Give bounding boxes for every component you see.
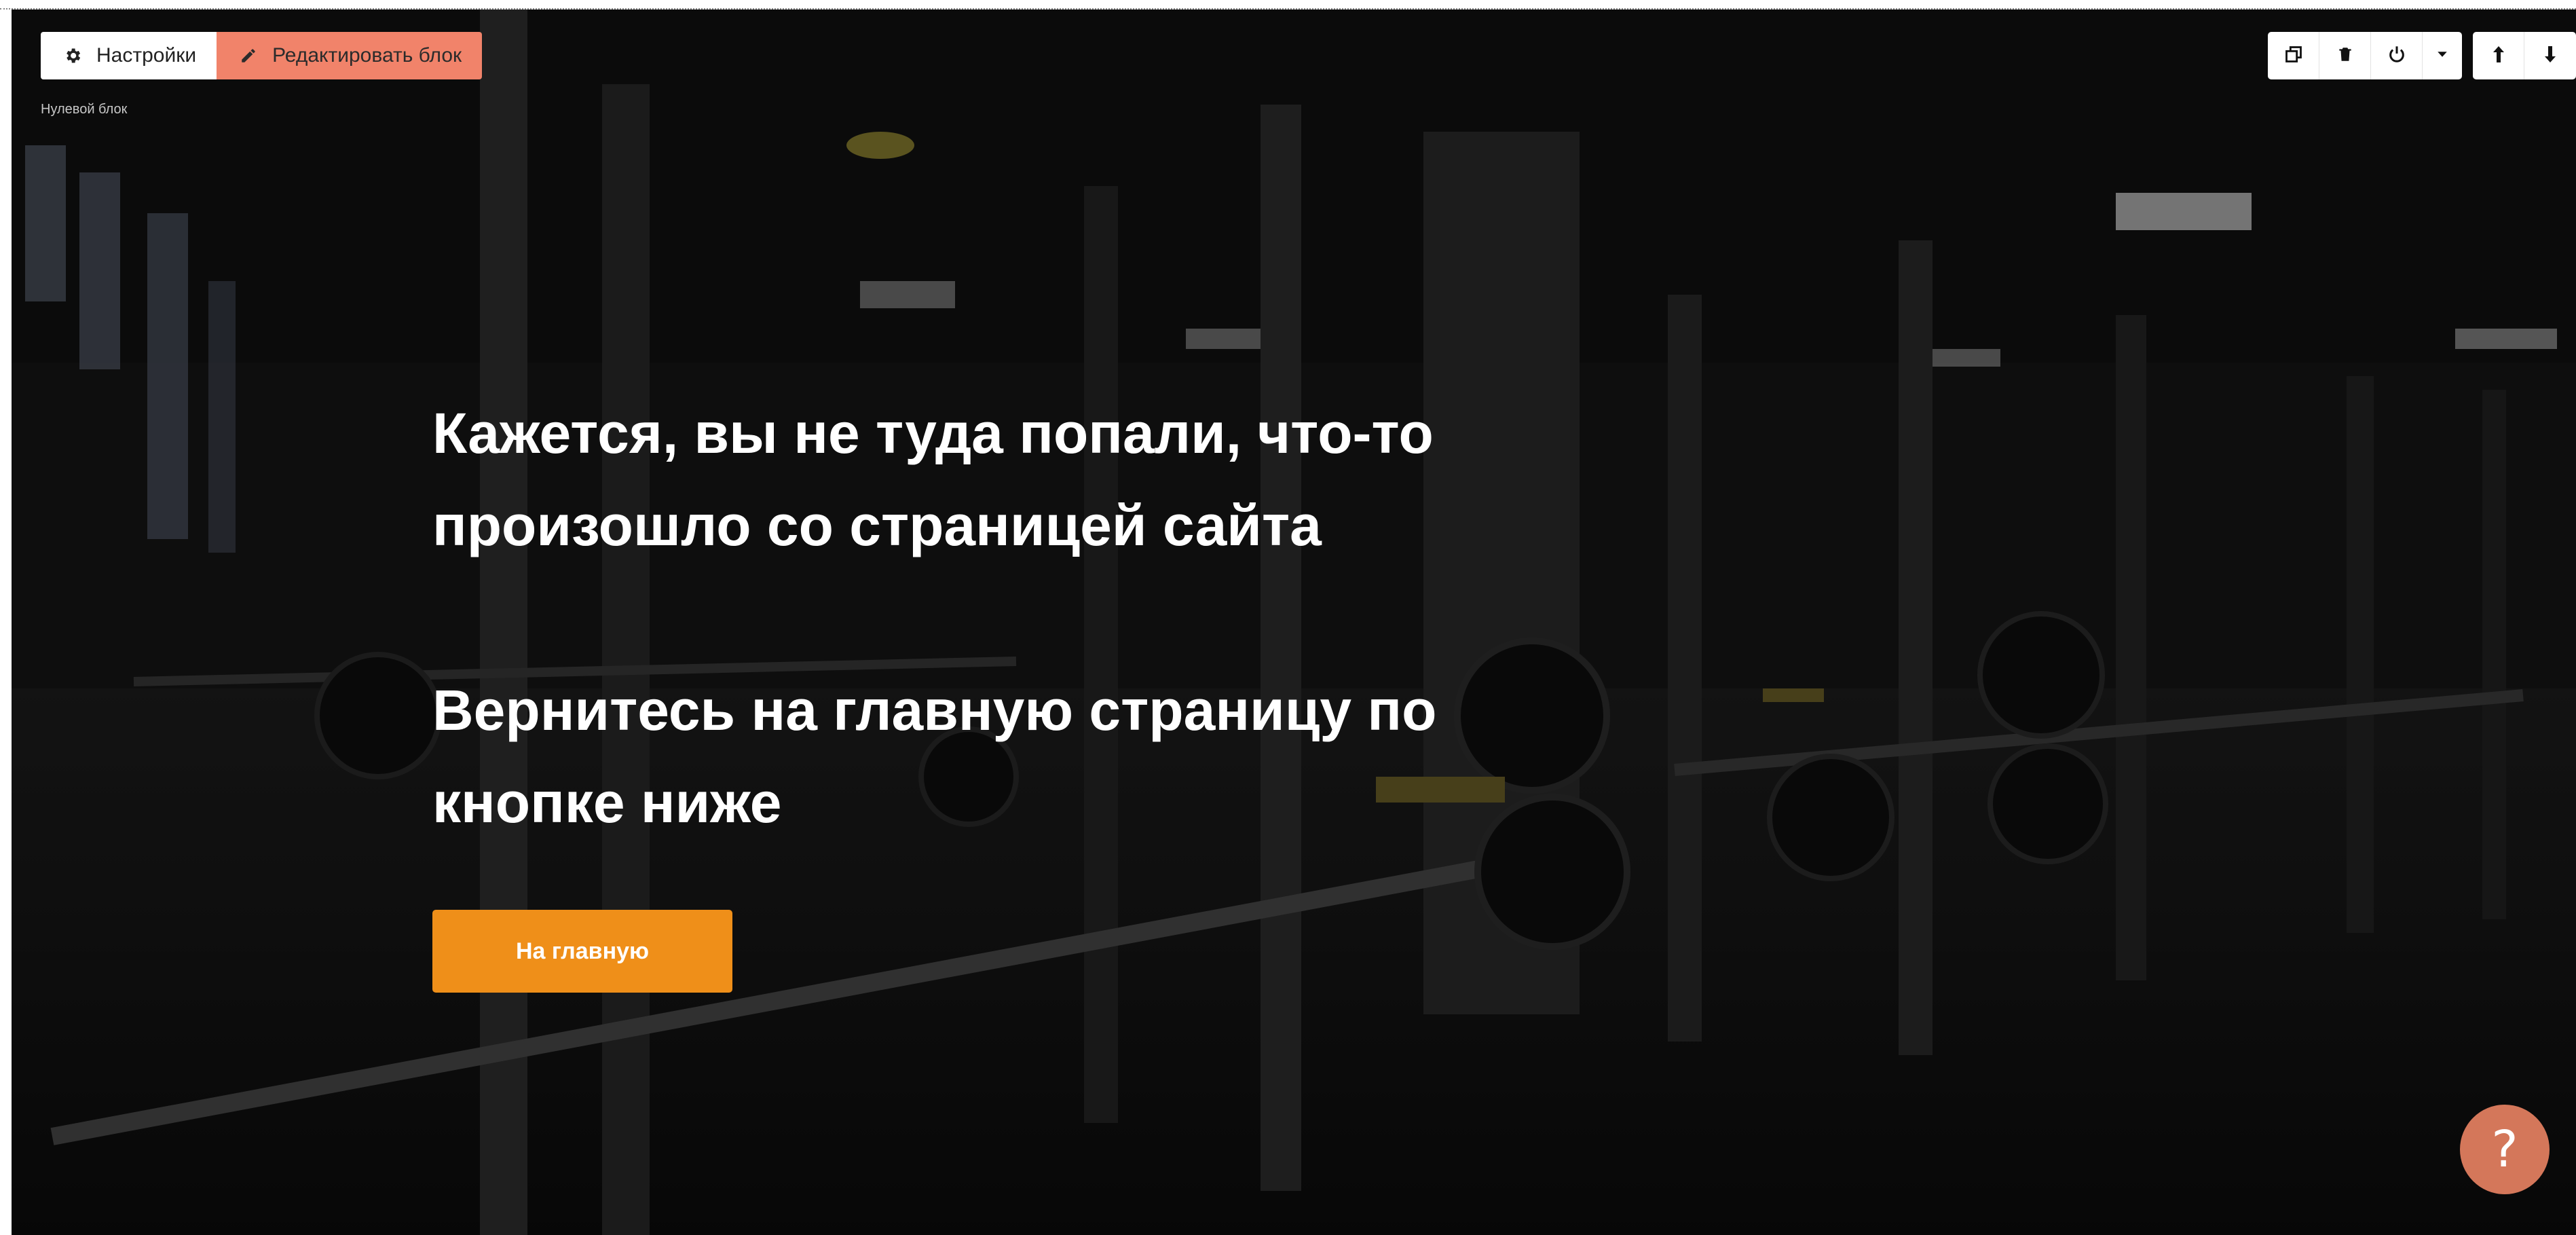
duplicate-button[interactable] bbox=[2268, 32, 2319, 79]
settings-button[interactable]: Настройки bbox=[41, 32, 217, 79]
arrow-up-icon bbox=[2490, 44, 2507, 68]
power-icon bbox=[2387, 45, 2406, 67]
arrow-down-icon bbox=[2542, 44, 2558, 68]
chevron-down-icon bbox=[2436, 50, 2448, 62]
edit-block-label: Редактировать блок bbox=[272, 44, 462, 67]
help-button[interactable]: ? bbox=[2460, 1105, 2550, 1194]
move-up-button[interactable] bbox=[2473, 32, 2524, 79]
delete-button[interactable] bbox=[2319, 32, 2371, 79]
block-type-label: Нулевой блок bbox=[41, 102, 128, 117]
move-down-button[interactable] bbox=[2524, 32, 2576, 79]
home-button[interactable]: На главную bbox=[432, 910, 732, 993]
zero-block: Настройки Редактировать блок Нулевой бло… bbox=[12, 10, 2576, 1235]
duplicate-icon bbox=[2284, 45, 2303, 67]
power-button[interactable] bbox=[2371, 32, 2423, 79]
top-dotted-border bbox=[0, 0, 2576, 10]
trash-icon bbox=[2336, 45, 2354, 67]
gear-icon bbox=[61, 44, 84, 67]
error-message-line-1: Кажется, вы не туда попали, что-то bbox=[432, 401, 1434, 465]
left-page-margin bbox=[0, 10, 12, 1235]
block-toolbar: Настройки Редактировать блок bbox=[41, 32, 483, 79]
block-move-group bbox=[2473, 32, 2576, 79]
question-mark-icon: ? bbox=[2491, 1120, 2518, 1179]
settings-label: Настройки bbox=[96, 44, 197, 67]
more-dropdown-button[interactable] bbox=[2423, 32, 2462, 79]
error-message-line-2: произошло со страницей сайта bbox=[432, 494, 1322, 557]
instruction-line-1: Вернитесь на главную страницу по bbox=[432, 678, 1437, 742]
block-actions-group bbox=[2268, 32, 2462, 79]
edit-block-button[interactable]: Редактировать блок bbox=[217, 32, 483, 79]
instruction-line-2: кнопке ниже bbox=[432, 771, 782, 834]
pencil-icon bbox=[237, 44, 260, 67]
error-message: Кажется, вы не туда попали, что-то произ… bbox=[432, 387, 1654, 849]
